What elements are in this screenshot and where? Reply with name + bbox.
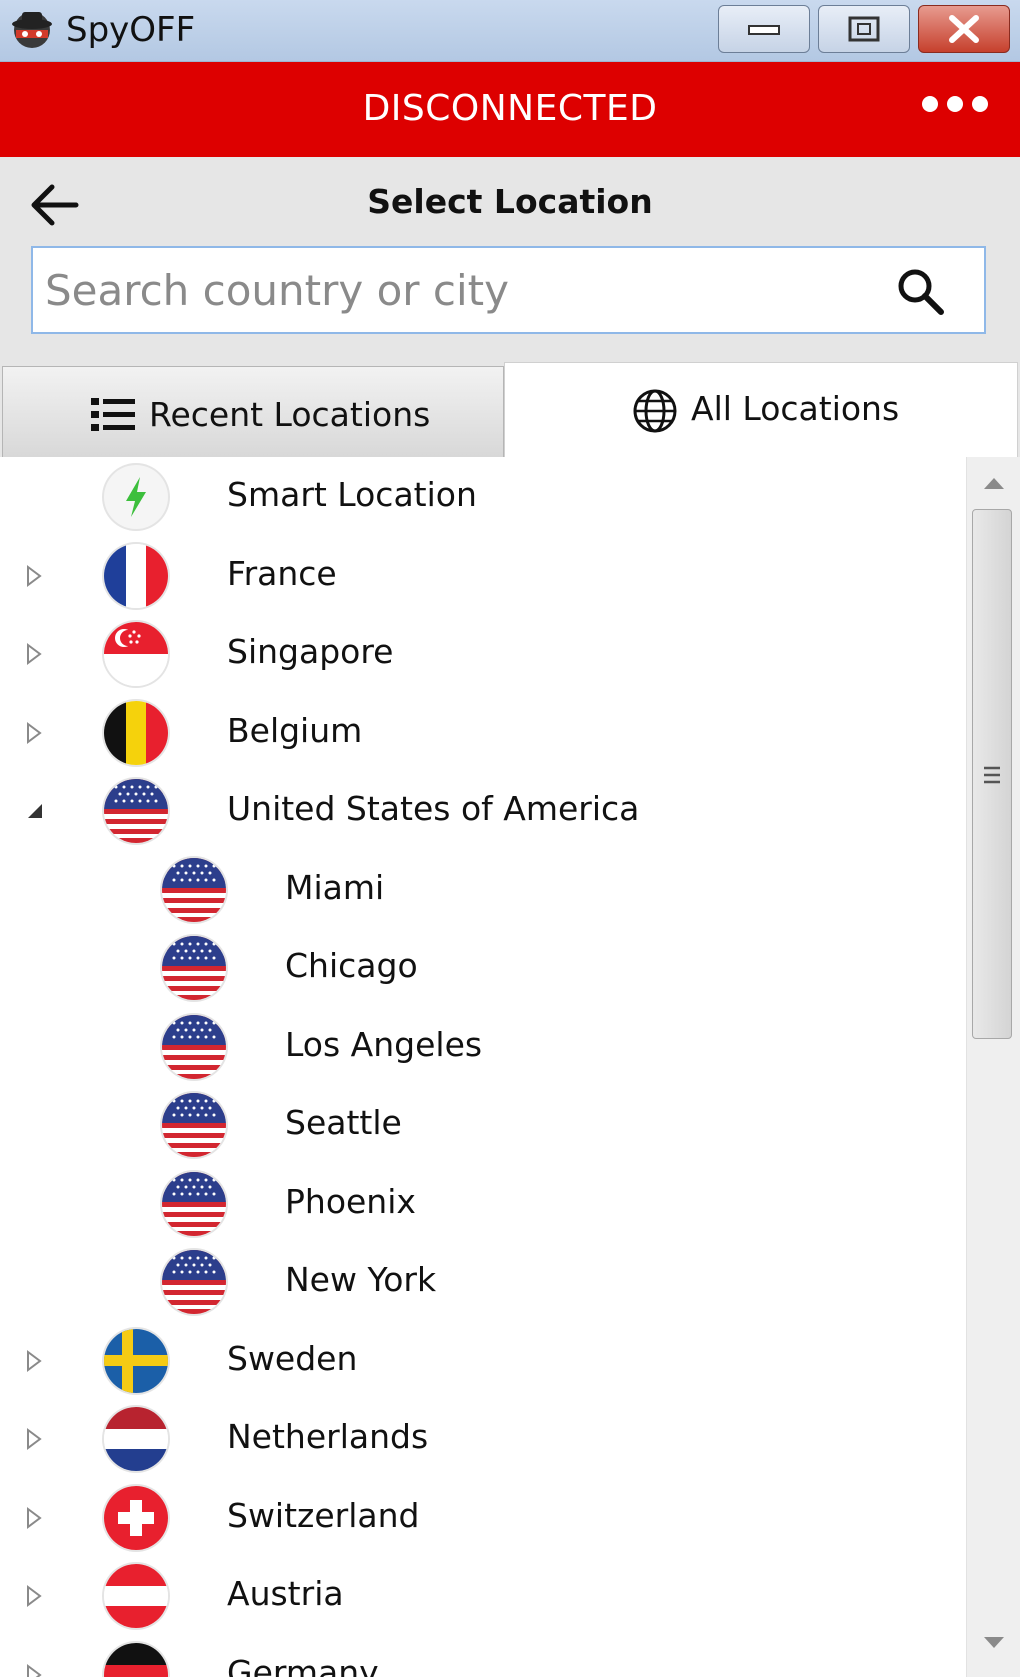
minimize-icon xyxy=(748,25,780,35)
germany-flag-icon xyxy=(104,1642,168,1677)
search-input[interactable] xyxy=(45,256,885,324)
expand-arrow-icon[interactable] xyxy=(24,1348,44,1374)
collapse-arrow-icon[interactable] xyxy=(24,798,44,824)
scroll-down-arrow-icon[interactable] xyxy=(981,1635,1007,1651)
expand-arrow-icon[interactable] xyxy=(24,720,44,746)
location-list: Smart Location France Singapore Belgium … xyxy=(0,457,966,1677)
location-label: Sweden xyxy=(227,1338,358,1378)
list-item-austria[interactable]: Austria xyxy=(0,1556,966,1635)
location-tabs: Recent Locations All Locations xyxy=(0,362,1020,457)
list-item-miami[interactable]: Miami xyxy=(0,850,966,929)
expand-arrow-icon[interactable] xyxy=(24,1426,44,1452)
list-item-phoenix[interactable]: Phoenix xyxy=(0,1164,966,1243)
tab-label: Recent Locations xyxy=(149,395,431,434)
tab-recent-locations[interactable]: Recent Locations xyxy=(2,366,504,457)
location-label: France xyxy=(227,553,337,593)
location-label: Belgium xyxy=(227,710,363,750)
usa-flag-icon xyxy=(162,936,226,1000)
expand-arrow-icon[interactable] xyxy=(24,1662,44,1677)
list-item-united-states[interactable]: United States of America xyxy=(0,771,966,850)
location-label: Los Angeles xyxy=(285,1024,483,1064)
list-item-belgium[interactable]: Belgium xyxy=(0,693,966,772)
maximize-button[interactable] xyxy=(818,5,910,53)
location-label: Singapore xyxy=(227,632,394,671)
location-label: Germany xyxy=(227,1652,379,1677)
usa-flag-icon xyxy=(162,1250,226,1314)
location-label: Chicago xyxy=(285,946,418,985)
minimize-button[interactable] xyxy=(718,5,810,53)
location-label: Switzerland xyxy=(227,1495,420,1535)
list-item-smart-location[interactable]: Smart Location xyxy=(0,457,966,536)
spy-logo-icon xyxy=(12,12,52,48)
restore-icon xyxy=(848,16,880,42)
location-label: Netherlands xyxy=(227,1417,429,1456)
france-flag-icon xyxy=(104,543,168,608)
list-item-chicago[interactable]: Chicago xyxy=(0,928,966,1007)
tab-all-locations[interactable]: All Locations xyxy=(504,362,1018,457)
singapore-flag-icon xyxy=(104,622,168,686)
list-item-germany[interactable]: Germany xyxy=(0,1635,966,1677)
close-button[interactable] xyxy=(918,5,1010,53)
expand-arrow-icon[interactable] xyxy=(24,563,44,589)
list-item-france[interactable]: France xyxy=(0,536,966,615)
search-box xyxy=(31,246,986,334)
list-item-new-york[interactable]: New York xyxy=(0,1242,966,1321)
list-item-singapore[interactable]: Singapore xyxy=(0,614,966,693)
list-item-sweden[interactable]: Sweden xyxy=(0,1321,966,1400)
grip-icon xyxy=(984,766,1000,784)
austria-flag-icon xyxy=(104,1564,168,1628)
usa-flag-icon xyxy=(104,779,168,843)
page-title: Select Location xyxy=(367,182,653,221)
expand-arrow-icon[interactable] xyxy=(24,1505,44,1531)
location-label: Seattle xyxy=(285,1103,402,1142)
usa-flag-icon xyxy=(162,1093,226,1157)
globe-icon xyxy=(633,389,677,433)
location-label: New York xyxy=(285,1260,437,1299)
tab-label: All Locations xyxy=(691,389,900,428)
more-options-icon[interactable] xyxy=(922,96,988,120)
expand-arrow-icon[interactable] xyxy=(24,641,44,667)
list-scrollbar[interactable] xyxy=(966,457,1020,1677)
usa-flag-icon xyxy=(162,1171,226,1236)
location-label: United States of America xyxy=(227,789,640,828)
connection-status: DISCONNECTED xyxy=(362,88,658,129)
window-title: SpyOFF xyxy=(66,10,196,50)
list-item-switzerland[interactable]: Switzerland xyxy=(0,1478,966,1557)
location-label: Phoenix xyxy=(285,1181,416,1221)
list-item-los-angeles[interactable]: Los Angeles xyxy=(0,1007,966,1086)
search-icon[interactable] xyxy=(893,264,949,320)
usa-flag-icon xyxy=(162,857,226,922)
list-icon xyxy=(91,398,135,431)
lightning-icon xyxy=(104,465,168,529)
netherlands-flag-icon xyxy=(104,1407,168,1471)
location-label: Austria xyxy=(227,1574,344,1613)
scroll-thumb[interactable] xyxy=(972,509,1012,1039)
sweden-flag-icon xyxy=(104,1328,168,1393)
switzerland-flag-icon xyxy=(104,1485,168,1550)
usa-flag-icon xyxy=(162,1014,226,1079)
location-label: Smart Location xyxy=(227,475,477,514)
connection-status-bar: DISCONNECTED xyxy=(0,62,1020,157)
belgium-flag-icon xyxy=(104,700,168,765)
title-bar: SpyOFF xyxy=(0,0,1020,62)
close-icon xyxy=(949,15,979,43)
expand-arrow-icon[interactable] xyxy=(24,1583,44,1609)
list-item-seattle[interactable]: Seattle xyxy=(0,1085,966,1164)
list-item-netherlands[interactable]: Netherlands xyxy=(0,1399,966,1478)
location-header: Select Location xyxy=(0,157,1020,367)
scroll-up-arrow-icon[interactable] xyxy=(981,475,1007,491)
location-label: Miami xyxy=(285,867,385,907)
